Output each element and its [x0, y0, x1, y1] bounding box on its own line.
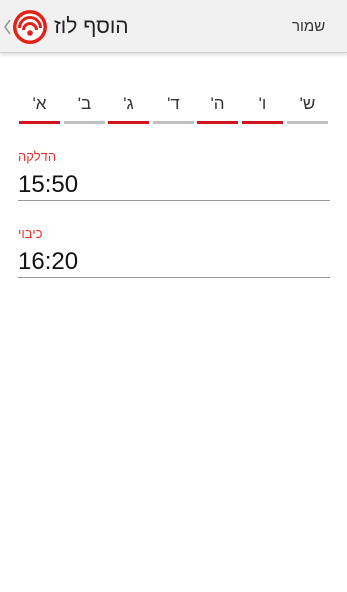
extinguishing-field-underline	[18, 277, 330, 278]
day-label: ה'	[210, 94, 225, 113]
lighting-field-underline	[18, 200, 330, 201]
day-label: ד'	[167, 94, 180, 113]
day-label: ש'	[299, 94, 316, 113]
day-toggle-monday[interactable]: ב'	[64, 92, 105, 126]
day-label: ג'	[123, 94, 134, 113]
day-toggle-sunday[interactable]: א'	[19, 92, 60, 126]
day-indicator	[197, 121, 238, 124]
top-app-bar: הוסף לוז שמור	[0, 0, 347, 53]
extinguishing-time-field[interactable]: 16:20	[18, 247, 78, 277]
app-logo-icon[interactable]	[12, 9, 48, 45]
lighting-time-field[interactable]: 15:50	[18, 170, 78, 200]
extinguishing-time-label: כיבוי	[18, 226, 43, 241]
day-indicator	[64, 121, 105, 124]
day-toggle-friday[interactable]: ו'	[242, 92, 283, 126]
page-title: הוסף לוז	[54, 15, 129, 38]
day-indicator	[242, 121, 283, 124]
day-label: א'	[32, 94, 47, 113]
save-button[interactable]: שמור	[292, 15, 342, 39]
day-toggle-wednesday[interactable]: ד'	[153, 92, 194, 126]
day-label: ב'	[77, 94, 92, 113]
weekday-selector: א' ב' ג' ד' ה' ו' ש'	[19, 92, 329, 126]
day-indicator	[287, 121, 328, 124]
day-toggle-saturday[interactable]: ש'	[287, 92, 328, 126]
day-toggle-thursday[interactable]: ה'	[197, 92, 238, 126]
day-indicator	[19, 121, 60, 124]
lighting-time-label: הדלקה	[18, 149, 57, 164]
day-toggle-tuesday[interactable]: ג'	[108, 92, 149, 126]
day-label: ו'	[258, 94, 267, 113]
day-indicator	[108, 121, 149, 124]
day-indicator	[153, 121, 194, 124]
